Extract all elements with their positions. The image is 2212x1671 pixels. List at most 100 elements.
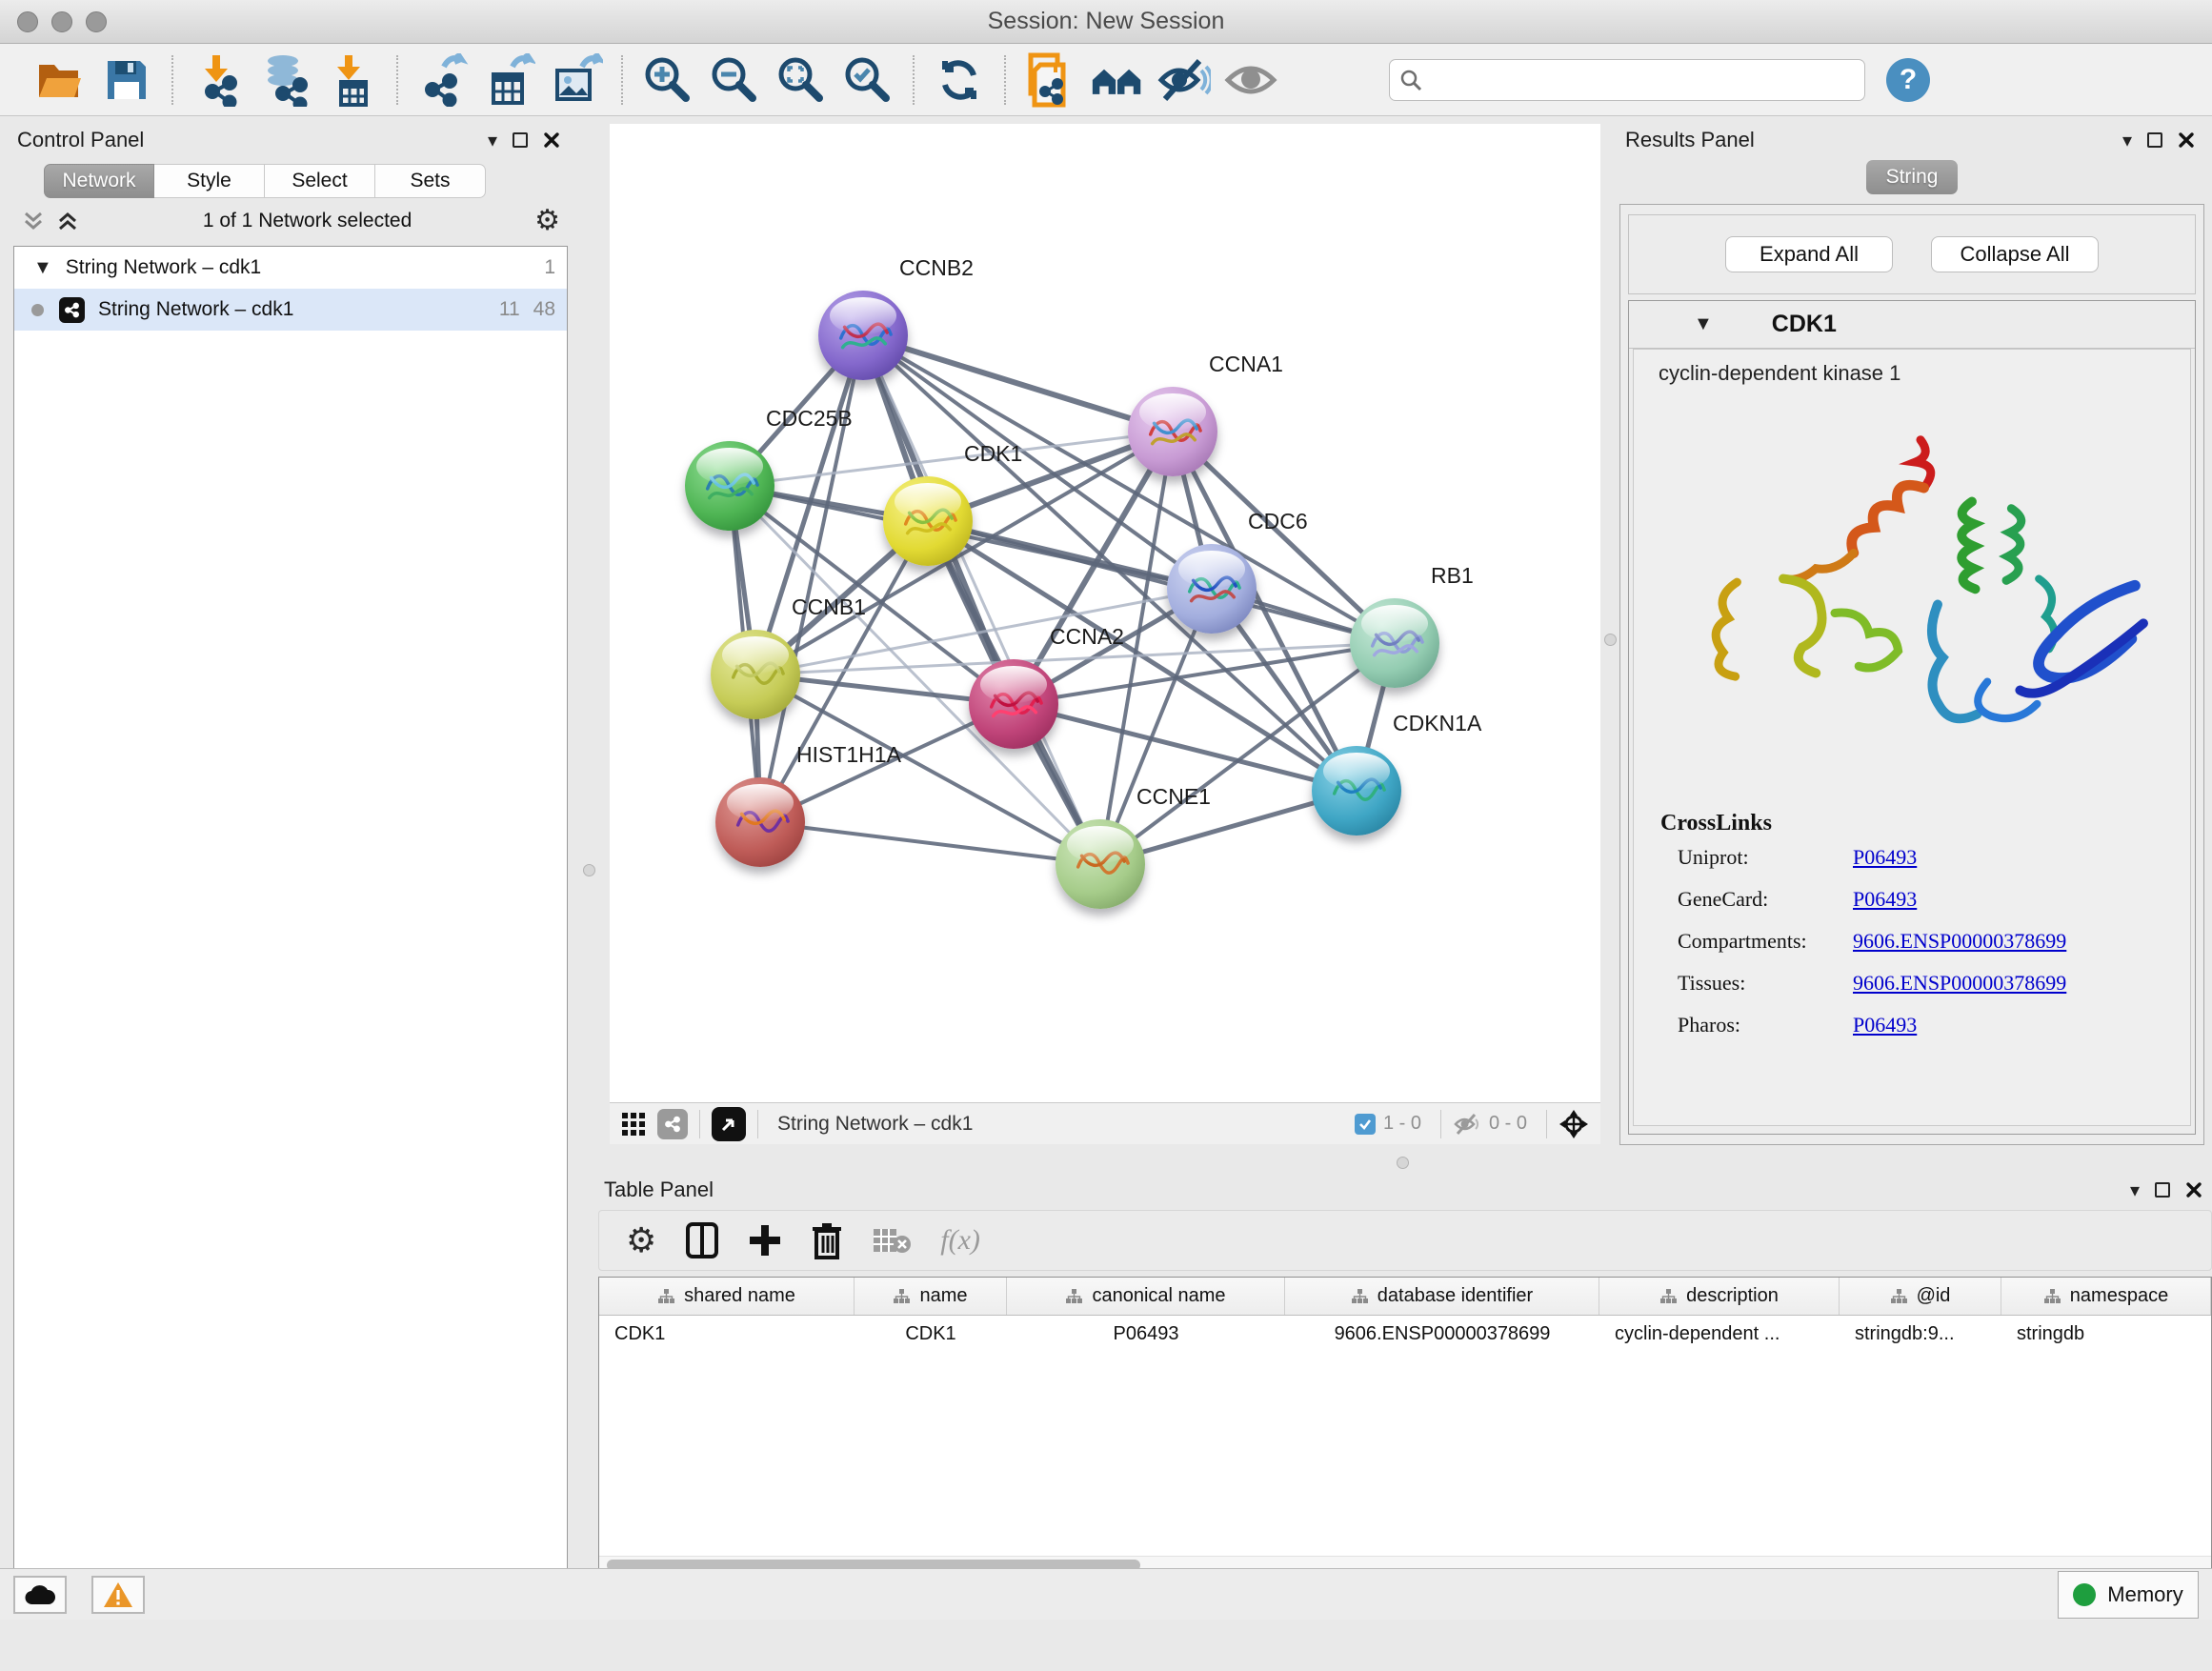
help-icon[interactable]: ?: [1886, 58, 1930, 102]
import-network-database-icon[interactable]: [258, 53, 312, 107]
tab-network[interactable]: Network: [44, 164, 154, 198]
network-collection-row[interactable]: ▼ String Network – cdk1 1: [14, 247, 567, 289]
delete-table-icon[interactable]: [872, 1225, 912, 1256]
crosslink-link[interactable]: 9606.ENSP00000378699: [1853, 971, 2066, 996]
refresh-view-icon[interactable]: [933, 53, 986, 107]
table-options-gear-icon[interactable]: ⚙: [626, 1223, 656, 1258]
entry-description: cyclin-dependent kinase 1: [1634, 361, 2190, 386]
network-canvas[interactable]: CCNB2CCNA1CDC25BCDK1CDC6RB1CCNB1CCNA2CDK…: [610, 124, 1600, 1102]
expand-all-networks-icon[interactable]: [55, 209, 80, 233]
save-session-icon[interactable]: [100, 53, 153, 107]
float-panel-icon[interactable]: [2155, 1182, 2170, 1198]
network-node-CCNE1[interactable]: [1056, 819, 1145, 909]
network-selection-status: 1 of 1 Network selected: [80, 210, 534, 232]
network-node-CCNA1[interactable]: [1128, 387, 1217, 476]
grid-mode-icon[interactable]: [621, 1112, 646, 1137]
column-header-namespace[interactable]: namespace: [2001, 1278, 2211, 1315]
close-panel-icon[interactable]: [543, 131, 560, 149]
search-input[interactable]: [1430, 69, 1864, 91]
search-box[interactable]: [1389, 59, 1865, 101]
memory-button[interactable]: Memory: [2058, 1571, 2199, 1619]
left-splitter-handle[interactable]: [583, 864, 595, 876]
network-node-CDKN1A[interactable]: [1312, 746, 1401, 836]
show-columns-icon[interactable]: [685, 1221, 719, 1259]
birdseye-view-icon[interactable]: [712, 1107, 746, 1141]
tab-select[interactable]: Select: [265, 164, 375, 198]
center-view-icon[interactable]: [1558, 1109, 1589, 1139]
open-session-icon[interactable]: [33, 53, 87, 107]
collection-expand-icon[interactable]: ▼: [33, 257, 52, 279]
network-node-CDK1[interactable]: [883, 476, 973, 566]
tab-sets[interactable]: Sets: [375, 164, 486, 198]
edge-CCNB2-CCNA1[interactable]: [863, 335, 1173, 432]
table-cell: cyclin-dependent ...: [1599, 1316, 1840, 1353]
network-row[interactable]: String Network – cdk1 11 48: [14, 289, 567, 331]
column-header-canonical-name[interactable]: canonical name: [1007, 1278, 1285, 1315]
collapse-all-button[interactable]: Collapse All: [1931, 236, 2099, 272]
network-view-title: String Network – cdk1: [777, 1113, 973, 1136]
crosslink-label: Compartments:: [1678, 929, 1853, 954]
horizontal-splitter-handle[interactable]: [1397, 1157, 1409, 1169]
collapse-all-networks-icon[interactable]: [21, 209, 46, 233]
function-builder-icon[interactable]: f(x): [940, 1224, 980, 1257]
edge-CDK1-RB1[interactable]: [928, 521, 1395, 643]
network-node-CCNB2[interactable]: [818, 291, 908, 380]
float-panel-icon[interactable]: [513, 132, 528, 148]
table-body: CDK1CDK1P064939606.ENSP00000378699cyclin…: [599, 1316, 2211, 1354]
import-network-file-icon[interactable]: [191, 53, 245, 107]
window-title: Session: New Session: [0, 8, 2212, 35]
float-panel-icon[interactable]: [2147, 132, 2162, 148]
hidden-counts: 0 - 0: [1489, 1113, 1527, 1135]
delete-column-icon[interactable]: [811, 1221, 843, 1259]
panel-menu-icon[interactable]: ▾: [488, 129, 497, 152]
column-header-description[interactable]: description: [1599, 1278, 1840, 1315]
table-row[interactable]: CDK1CDK1P064939606.ENSP00000378699cyclin…: [599, 1316, 2211, 1354]
duplicate-network-icon[interactable]: [1024, 53, 1077, 107]
export-table-icon[interactable]: [483, 53, 536, 107]
first-neighbors-icon[interactable]: [1091, 53, 1144, 107]
warning-status-button[interactable]: [91, 1576, 145, 1614]
expand-all-button[interactable]: Expand All: [1725, 236, 1893, 272]
node-gloss: [1067, 826, 1134, 863]
selected-indicator-checkbox[interactable]: [1355, 1114, 1376, 1135]
tab-style[interactable]: Style: [154, 164, 265, 198]
tab-string[interactable]: String: [1866, 160, 1958, 194]
panel-menu-icon[interactable]: ▾: [2130, 1178, 2140, 1202]
zoom-fit-icon[interactable]: [774, 53, 828, 107]
edge-CCNB2-CCNE1[interactable]: [863, 335, 1100, 864]
crosslink-link[interactable]: P06493: [1853, 845, 1917, 870]
column-header-name[interactable]: name: [855, 1278, 1007, 1315]
toolbar-divider: [913, 55, 915, 105]
crosslink-link[interactable]: P06493: [1853, 887, 1917, 912]
zoom-in-icon[interactable]: [641, 53, 694, 107]
entry-collapse-icon[interactable]: ▼: [1694, 313, 1713, 335]
network-node-CDC6[interactable]: [1167, 544, 1257, 634]
crosslink-link[interactable]: 9606.ENSP00000378699: [1853, 929, 2066, 954]
import-table-file-icon[interactable]: [325, 53, 378, 107]
network-node-CCNA2[interactable]: [969, 659, 1058, 749]
hide-selected-icon[interactable]: [1157, 53, 1211, 107]
network-view-tile-icon[interactable]: [657, 1109, 688, 1139]
edge-HIST1H1A-CCNE1[interactable]: [760, 822, 1100, 864]
network-node-CCNB1[interactable]: [711, 630, 800, 719]
column-header-database-identifier[interactable]: database identifier: [1285, 1278, 1599, 1315]
network-node-RB1[interactable]: [1350, 598, 1439, 688]
column-header-@id[interactable]: @id: [1840, 1278, 2001, 1315]
crosslink-link[interactable]: P06493: [1853, 1013, 1917, 1037]
panel-menu-icon[interactable]: ▾: [2122, 129, 2132, 152]
zoom-out-icon[interactable]: [708, 53, 761, 107]
export-image-icon[interactable]: [550, 53, 603, 107]
column-header-shared-name[interactable]: shared name: [599, 1278, 855, 1315]
network-node-CDC25B[interactable]: [685, 441, 774, 531]
add-column-icon[interactable]: [748, 1223, 782, 1258]
zoom-selected-icon[interactable]: [841, 53, 895, 107]
close-panel-icon[interactable]: [2185, 1181, 2202, 1198]
network-options-gear-icon[interactable]: ⚙: [534, 207, 560, 235]
cloud-status-button[interactable]: [13, 1576, 67, 1614]
show-all-icon[interactable]: [1224, 53, 1277, 107]
close-panel-icon[interactable]: [2178, 131, 2195, 149]
node-result-header[interactable]: ▼ CDK1: [1629, 301, 2195, 349]
network-node-HIST1H1A[interactable]: [715, 777, 805, 867]
export-network-icon[interactable]: [416, 53, 470, 107]
right-splitter-handle[interactable]: [1604, 634, 1617, 646]
